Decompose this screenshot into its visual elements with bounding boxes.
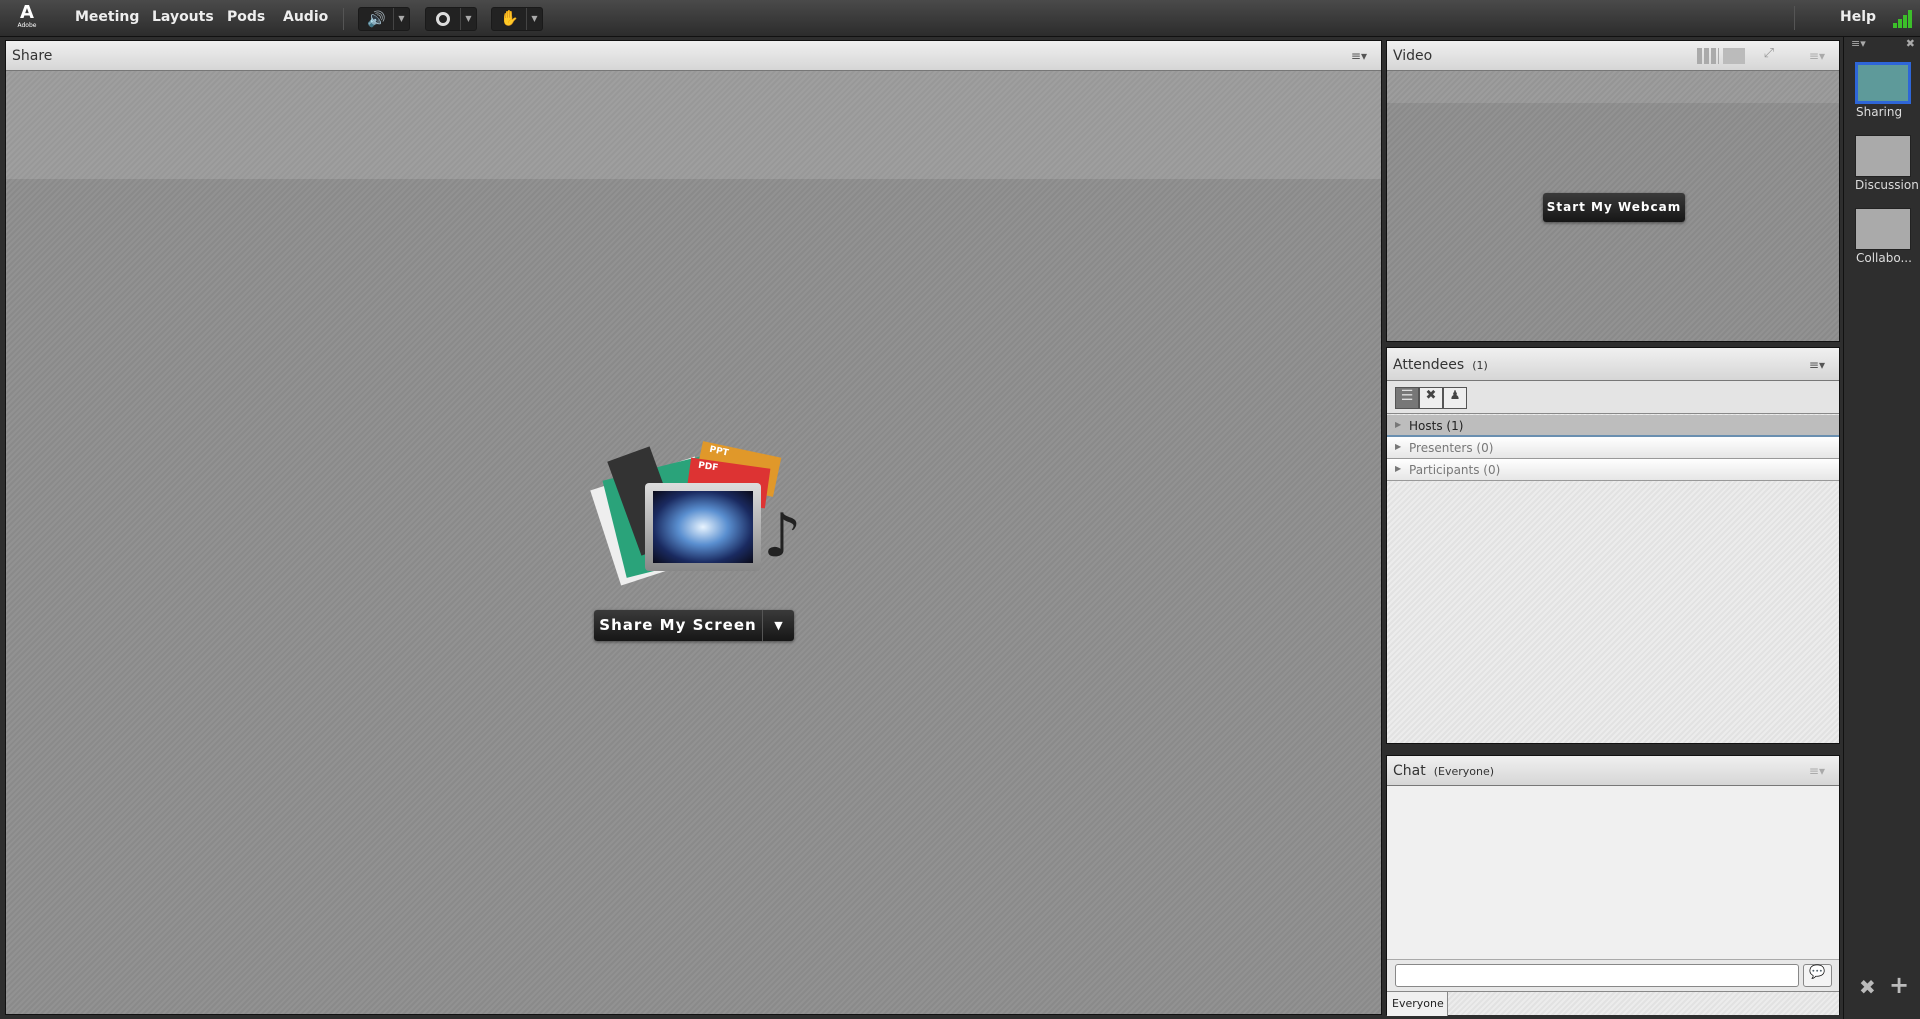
chat-scope: (Everyone) <box>1433 765 1495 778</box>
speaker-button[interactable]: 🔊 ▼ <box>358 7 410 31</box>
fullscreen-icon[interactable]: ⤢ <box>1764 46 1774 61</box>
pod-title: Video <box>1393 48 1433 64</box>
pod-title: Chat <box>1393 763 1426 779</box>
chat-input-bar: 💬 <box>1387 959 1839 991</box>
video-pod: Video ⤢ ≡▾ Start My Webcam <box>1386 40 1840 342</box>
expand-arrow-icon: ▶ <box>1395 420 1402 429</box>
raise-hand-button[interactable]: ✋ ▼ <box>491 7 543 31</box>
pod-title: Share <box>12 48 53 64</box>
grid-view-icon[interactable] <box>1697 48 1719 64</box>
attendee-view-toolbar: ☰ ✖ ♟ <box>1387 381 1839 414</box>
attendee-count: (1) <box>1472 359 1488 372</box>
layout-sharing-label[interactable]: Sharing <box>1856 105 1902 119</box>
group-hosts[interactable]: ▶ Hosts (1) <box>1387 415 1839 437</box>
expand-arrow-icon: ▶ <box>1395 442 1402 451</box>
layouts-bar: ≡▾ ✖ Sharing Discussion Collabo... ✖ + <box>1843 37 1920 1019</box>
filmstrip-view-icon[interactable] <box>1723 48 1745 64</box>
layouts-menu-icon[interactable]: ≡▾ <box>1851 37 1866 50</box>
raise-hand-icon: ✋ <box>500 9 519 27</box>
list-view-icon[interactable]: ☰ <box>1395 387 1419 409</box>
chevron-down-icon[interactable]: ▼ <box>393 8 409 30</box>
share-pod: Share ≡▾ PPT PDF ♪ Share My Screen ▼ <box>5 40 1382 1015</box>
layout-discussion-thumb[interactable] <box>1855 135 1911 177</box>
layout-sharing-thumb[interactable] <box>1855 62 1911 104</box>
top-menu-bar: A Adobe Meeting Layouts Pods Audio 🔊 ▼ ▼ … <box>0 0 1920 37</box>
chevron-down-icon[interactable]: ▼ <box>762 610 794 641</box>
pod-menu-icon[interactable]: ≡▾ <box>1809 764 1825 778</box>
menu-layouts[interactable]: Layouts <box>152 9 214 25</box>
connection-signal-icon <box>1893 10 1915 28</box>
menu-audio[interactable]: Audio <box>283 9 328 25</box>
expand-arrow-icon: ▶ <box>1395 464 1402 473</box>
layout-discussion-label[interactable]: Discussion <box>1855 178 1919 192</box>
chat-pod-header: Chat (Everyone) ≡▾ <box>1387 756 1839 786</box>
chat-tab-bar: Everyone <box>1387 991 1839 1016</box>
attendee-status-view-icon[interactable]: ♟ <box>1443 387 1467 409</box>
music-note-icon: ♪ <box>763 501 802 571</box>
adobe-logo: A Adobe <box>17 2 37 30</box>
webcam-icon <box>436 12 450 26</box>
share-content-illustration: PPT PDF ♪ <box>590 441 803 601</box>
attendees-pod: Attendees (1) ≡▾ ☰ ✖ ♟ ▶ Hosts (1) ▶ Presen… <box>1386 347 1840 744</box>
menu-meeting[interactable]: Meeting <box>75 9 139 25</box>
close-icon[interactable]: ✖ <box>1906 37 1915 50</box>
chat-pod: Chat (Everyone) ≡▾ 💬 Everyone <box>1386 755 1840 1016</box>
pod-title: Attendees <box>1393 357 1465 373</box>
webcam-button[interactable]: ▼ <box>425 7 477 31</box>
share-my-screen-button[interactable]: Share My Screen ▼ <box>594 610 794 641</box>
divider <box>343 8 344 30</box>
send-message-icon[interactable]: 💬 <box>1803 964 1832 987</box>
share-pod-header: Share ≡▾ <box>6 41 1381 71</box>
add-layout-icon[interactable]: + <box>1889 971 1909 999</box>
divider <box>1794 6 1795 30</box>
manage-layouts-icon[interactable]: ✖ <box>1859 975 1876 999</box>
help-menu[interactable]: Help <box>1840 9 1876 25</box>
chevron-down-icon[interactable]: ▼ <box>526 8 542 30</box>
chat-message-input[interactable] <box>1395 964 1799 987</box>
chat-tab-everyone[interactable]: Everyone <box>1387 992 1448 1016</box>
speaker-icon: 🔊 <box>367 10 386 28</box>
pod-menu-icon[interactable]: ≡▾ <box>1809 358 1825 372</box>
breakout-view-icon[interactable]: ✖ <box>1419 387 1443 409</box>
share-top-band <box>6 71 1381 179</box>
start-webcam-button[interactable]: Start My Webcam <box>1543 193 1685 222</box>
video-top-band <box>1387 71 1839 103</box>
pod-menu-icon[interactable]: ≡▾ <box>1351 49 1367 63</box>
chevron-down-icon[interactable]: ▼ <box>460 8 476 30</box>
pod-menu-icon[interactable]: ≡▾ <box>1809 49 1825 63</box>
group-presenters[interactable]: ▶ Presenters (0) <box>1387 437 1839 459</box>
group-participants[interactable]: ▶ Participants (0) <box>1387 459 1839 481</box>
layout-collaboration-label[interactable]: Collabo... <box>1856 251 1912 265</box>
layout-collaboration-thumb[interactable] <box>1855 208 1911 250</box>
menu-pods[interactable]: Pods <box>227 9 265 25</box>
video-pod-header: Video ⤢ ≡▾ <box>1387 41 1839 71</box>
attendees-pod-header: Attendees (1) ≡▾ <box>1387 348 1839 381</box>
